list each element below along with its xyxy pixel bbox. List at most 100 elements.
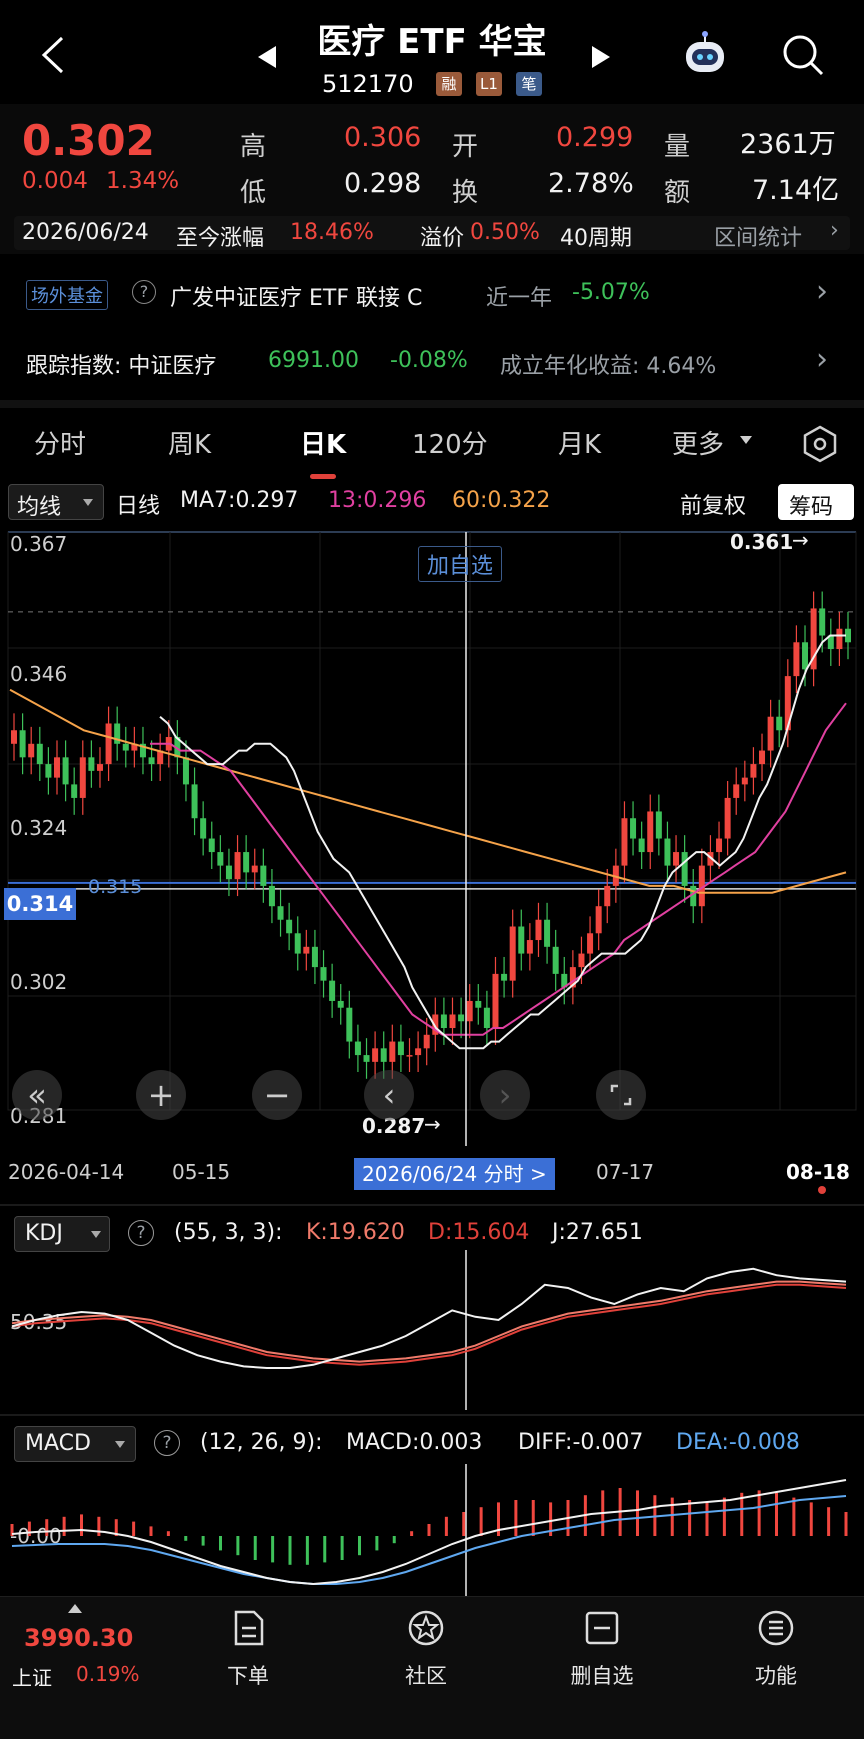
add-watchlist-button[interactable]: 加自选 — [418, 546, 503, 582]
ma-selector[interactable]: 均线 — [8, 484, 104, 520]
triangle-up-icon — [68, 1604, 82, 1613]
adjust-mode[interactable]: 前复权 — [680, 488, 746, 520]
tracking-index-row[interactable]: 跟踪指数: 中证医疗 6991.00 -0.08% 成立年化收益: 4.64% … — [0, 338, 864, 388]
kline-chart[interactable] — [0, 526, 864, 1146]
candle-body — [595, 906, 602, 934]
candle-body — [11, 730, 17, 744]
low-label: 低 — [240, 178, 267, 208]
nav-order[interactable]: 下单 — [188, 1660, 308, 1690]
zoom-out-button[interactable]: − — [252, 1070, 302, 1120]
macd-value: MACD:0.003 — [346, 1430, 483, 1455]
candle-body — [372, 1048, 379, 1062]
index-name: 上证 — [12, 1666, 52, 1690]
x-tick-label: 07-17 — [596, 1160, 655, 1184]
candle-body — [836, 628, 843, 650]
candle-body — [122, 743, 129, 751]
kdj-params: (55, 3, 3): — [174, 1220, 283, 1245]
tab-120min[interactable]: 120分 — [412, 424, 488, 461]
kdj-selector[interactable]: KDJ — [14, 1216, 110, 1252]
chips-label: 筹码 — [789, 495, 834, 520]
index-value: 3990.30 — [24, 1624, 134, 1652]
ma-period: 日线 — [116, 494, 161, 519]
candle-body — [587, 933, 594, 954]
amount-label: 额 — [664, 178, 691, 208]
help-icon[interactable]: ? — [128, 1220, 154, 1246]
candle-body — [397, 1041, 404, 1056]
period-date: 2026/06/24 — [22, 220, 149, 245]
nav-remove-watchlist[interactable]: 删自选 — [542, 1660, 662, 1690]
chevron-right-icon: › — [816, 274, 828, 309]
tab-more[interactable]: 更多 — [672, 424, 724, 461]
index-change: 0.19% — [76, 1662, 140, 1686]
candle-body — [483, 1007, 490, 1029]
tab-intraday[interactable]: 分时 — [34, 424, 86, 461]
nav-functions[interactable]: 功能 — [716, 1660, 836, 1690]
tab-monthly[interactable]: 月K — [558, 424, 601, 461]
candle-body — [544, 919, 551, 947]
last-price: 0.302 — [22, 116, 155, 165]
ma7-line — [159, 634, 846, 1050]
high-marker: 0.361 — [730, 530, 794, 554]
tab-daily[interactable]: 日K — [300, 424, 346, 461]
fund-period: 近一年 — [486, 286, 553, 311]
settings-hexagon-icon — [803, 425, 837, 463]
chart-settings-button[interactable] — [800, 424, 840, 468]
candle-body — [664, 838, 671, 866]
robot-assistant-button[interactable] — [680, 30, 730, 84]
range-stats-link[interactable]: 区间统计 — [714, 220, 802, 252]
index-value: 6991.00 — [268, 348, 359, 373]
search-button[interactable] — [780, 32, 826, 82]
caret-down-icon — [115, 1441, 125, 1448]
candle-body — [578, 953, 585, 968]
y-tick-label: 0.367 — [10, 532, 68, 556]
order-icon — [234, 1610, 264, 1646]
nav-community[interactable]: 社区 — [366, 1660, 486, 1690]
ma7-value: MA7:0.297 — [180, 488, 299, 513]
fullscreen-button[interactable] — [596, 1070, 646, 1120]
macd-chart — [10, 1464, 848, 1596]
scroll-start-button[interactable]: « — [12, 1070, 62, 1120]
candle-body — [802, 642, 809, 670]
candle-body — [88, 757, 95, 771]
scroll-left-button[interactable]: ‹ — [364, 1070, 414, 1120]
linked-fund-row[interactable]: 场外基金 ? 广发中证医疗 ETF 联接 C 近一年 -5.07% › — [0, 270, 864, 320]
chips-button[interactable]: 筹码 — [778, 484, 854, 520]
section-divider — [0, 400, 864, 408]
next-stock-button[interactable] — [588, 44, 614, 74]
ref-line-label: 0.315 — [88, 876, 143, 898]
candle-body — [415, 1048, 422, 1056]
volume-label: 量 — [664, 132, 691, 162]
zoom-in-button[interactable]: + — [136, 1070, 186, 1120]
help-icon[interactable]: ? — [132, 280, 156, 304]
candle-body — [552, 946, 559, 974]
scroll-right-button[interactable]: › — [480, 1070, 530, 1120]
otc-fund-badge: 场外基金 — [26, 280, 108, 310]
candle-body — [733, 784, 740, 798]
candle-body — [716, 838, 723, 853]
arrow-right-icon: → — [424, 1112, 441, 1136]
x-tick-label: 08-18 — [786, 1160, 850, 1184]
tab-weekly[interactable]: 周K — [168, 424, 211, 461]
y-tick-label: 0.346 — [10, 662, 68, 686]
premium-label: 溢价 — [420, 226, 465, 251]
community-icon — [408, 1610, 444, 1646]
period-stats-row[interactable]: 2026/06/24 至今涨幅 18.46% 溢价 0.50% 40周期 区间统… — [14, 216, 850, 252]
y-tick-label: 0.302 — [10, 970, 68, 994]
crosshair-date-button[interactable]: 2026/06/24 分时 > — [354, 1158, 555, 1190]
chevron-right-icon: › — [816, 342, 828, 377]
candle-body — [277, 906, 284, 920]
candle-body — [303, 946, 310, 954]
candle-body — [819, 608, 826, 636]
macd-selector[interactable]: MACD — [14, 1426, 136, 1462]
kdj-chart — [11, 1250, 847, 1410]
candle-body — [53, 757, 60, 778]
chevron-right-icon: › — [830, 218, 839, 243]
current-price-tag: 0.314 — [4, 888, 76, 920]
candle-body — [389, 1041, 396, 1062]
candle-body — [337, 1000, 344, 1008]
candle-body — [79, 757, 86, 798]
candle-body — [638, 838, 645, 853]
price-change: 0.004 — [22, 168, 88, 194]
index-ticker[interactable]: 3990.30 上证 0.19% — [10, 1604, 160, 1724]
help-icon[interactable]: ? — [154, 1430, 180, 1456]
